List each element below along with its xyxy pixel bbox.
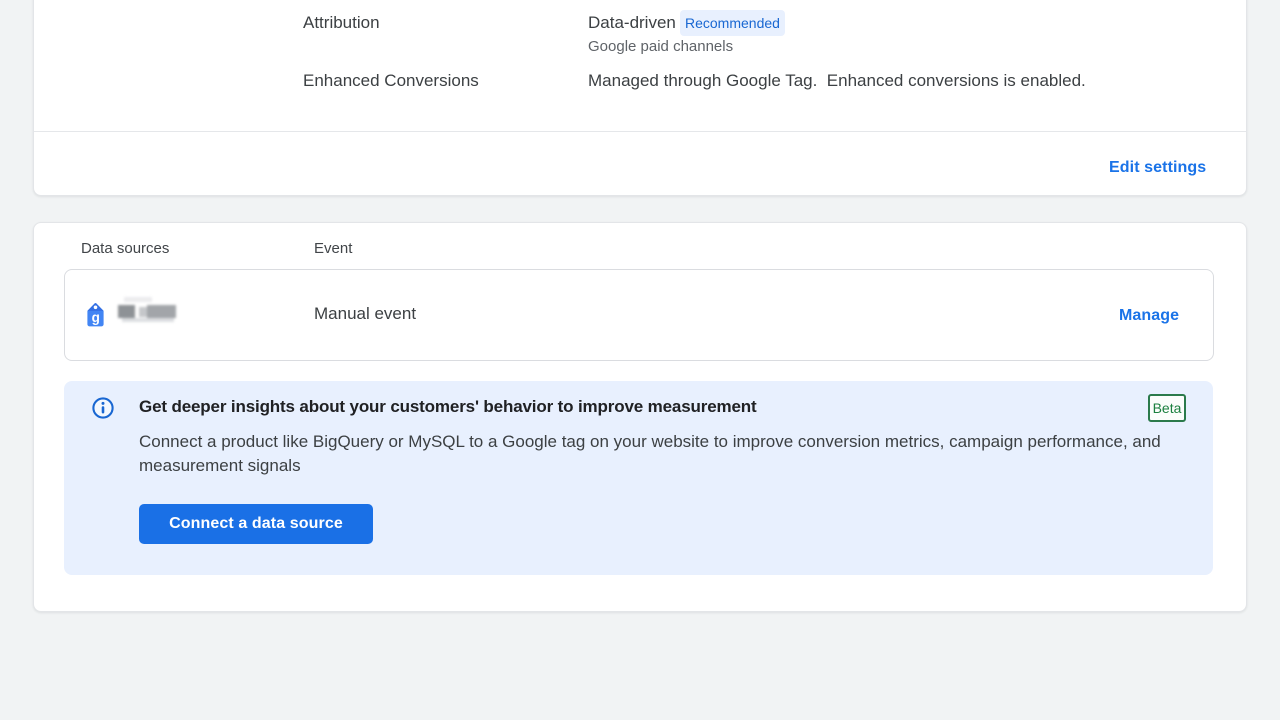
svg-text:g: g bbox=[92, 310, 100, 325]
